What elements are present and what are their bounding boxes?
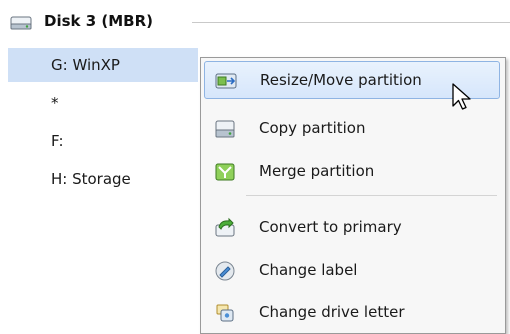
menu-separator	[246, 195, 497, 196]
partition-item-unallocated[interactable]: *	[8, 86, 198, 120]
resize-move-icon	[215, 70, 237, 92]
copy-partition-icon	[214, 118, 236, 140]
menu-item-label: Merge partition	[259, 162, 375, 180]
disk-drive-icon	[10, 15, 32, 35]
menu-item-label: Change drive letter	[259, 303, 405, 321]
menu-item-change-label[interactable]: Change label	[204, 252, 500, 290]
disk-title: Disk 3 (MBR)	[44, 12, 153, 30]
menu-item-change-drive-letter[interactable]: Change drive letter	[204, 294, 500, 332]
change-label-icon	[214, 260, 236, 282]
convert-primary-icon	[214, 217, 236, 239]
disk-header: Disk 3 (MBR)	[10, 8, 510, 36]
partition-item-winxp[interactable]: G: WinXP	[8, 48, 198, 82]
disk-header-divider	[192, 22, 510, 23]
menu-item-convert-primary[interactable]: Convert to primary	[204, 209, 500, 247]
mouse-cursor-icon	[451, 82, 473, 116]
menu-item-label: Copy partition	[259, 119, 366, 137]
change-drive-letter-icon	[214, 302, 236, 324]
partition-item-f[interactable]: F:	[8, 124, 198, 158]
menu-item-label: Resize/Move partition	[260, 71, 422, 89]
menu-item-label: Change label	[259, 261, 358, 279]
partition-label: F:	[51, 132, 64, 150]
menu-item-label: Convert to primary	[259, 218, 402, 236]
partition-label: H: Storage	[51, 170, 131, 188]
merge-partition-icon	[214, 161, 236, 183]
partition-label: *	[51, 94, 59, 112]
menu-item-merge-partition[interactable]: Merge partition	[204, 153, 500, 191]
partition-label: G: WinXP	[51, 56, 120, 74]
partition-item-storage[interactable]: H: Storage	[8, 162, 198, 196]
